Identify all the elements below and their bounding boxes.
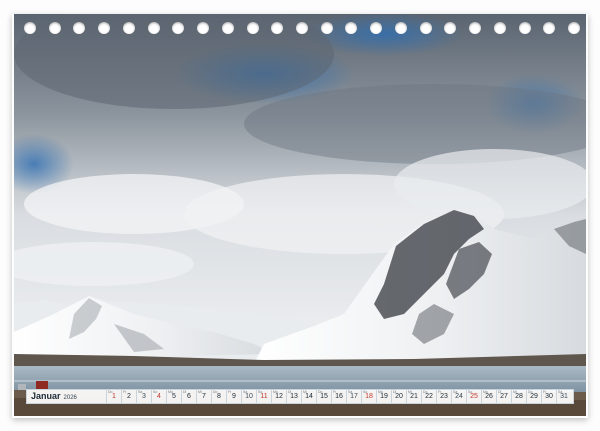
binding-hole	[246, 22, 259, 34]
day-cell: Di 13	[286, 390, 301, 403]
day-number: 9	[232, 393, 236, 400]
binding-hole	[24, 22, 36, 34]
day-number: 26	[485, 393, 493, 400]
day-cell: Do 22	[421, 390, 436, 403]
binding-hole	[122, 22, 135, 34]
day-number: 15	[320, 393, 328, 400]
day-cell: Mi 7	[196, 390, 211, 403]
day-cell: Do 15	[316, 390, 331, 403]
day-number: 13	[290, 393, 298, 400]
binding-hole	[518, 22, 531, 34]
day-cell: So 25	[466, 390, 481, 403]
binding-hole	[419, 22, 432, 34]
day-number: 6	[187, 393, 191, 400]
day-number: 5	[172, 393, 176, 400]
day-cell: So 4	[151, 390, 166, 403]
day-number: 10	[245, 393, 253, 400]
day-number: 29	[530, 393, 538, 400]
day-number: 3	[142, 393, 146, 400]
binding-hole	[147, 22, 160, 34]
day-cell: Di 27	[496, 390, 511, 403]
binding-hole	[73, 22, 86, 34]
day-number: 4	[157, 393, 161, 400]
day-number: 14	[305, 393, 313, 400]
day-cell: Sa 24	[451, 390, 466, 403]
day-cell: Sa 17	[346, 390, 361, 403]
day-row: Do 1 Fr 2 Sa 3 So 4 Mo 5 Di 6 Mi 7 Do 8 Fr 9 Sa 10 So 11 Mo 12 D…	[106, 390, 571, 403]
day-cell: Do 8	[211, 390, 226, 403]
binding-hole	[469, 22, 482, 34]
day-number: 22	[425, 393, 433, 400]
day-number: 28	[515, 393, 523, 400]
binding-hole	[271, 22, 284, 34]
day-cell: Fr 30	[541, 390, 556, 403]
day-cell: Sa 31	[556, 390, 571, 403]
day-cell: Sa 3	[136, 390, 151, 403]
day-number: 11	[260, 393, 268, 400]
binding-hole	[221, 22, 234, 34]
calendar-strip: Januar 2026 Do 1 Fr 2 Sa 3 So 4 Mo 5 Di 6 Mi 7 Do 8 Fr 9 Sa…	[26, 389, 574, 404]
binding-hole	[48, 22, 61, 34]
day-cell: Sa 10	[241, 390, 256, 403]
day-number: 18	[365, 393, 373, 400]
day-number: 25	[470, 393, 478, 400]
day-number: 23	[440, 393, 448, 400]
day-cell: Do 1	[106, 390, 121, 403]
day-cell: Di 6	[181, 390, 196, 403]
binding-hole	[345, 22, 358, 34]
day-cell: Mo 19	[376, 390, 391, 403]
month-name: Januar	[31, 391, 61, 401]
mountain-landscape-image	[14, 14, 586, 416]
landscape-photo	[14, 14, 586, 416]
day-cell: Fr 16	[331, 390, 346, 403]
day-cell: Do 29	[526, 390, 541, 403]
day-number: 30	[545, 393, 553, 400]
day-cell: So 11	[256, 390, 271, 403]
binding-hole	[370, 22, 383, 34]
day-cell: Fr 2	[121, 390, 136, 403]
day-number: 17	[350, 393, 358, 400]
binding-hole	[98, 22, 111, 34]
calendar-page: Januar 2026 Do 1 Fr 2 Sa 3 So 4 Mo 5 Di 6 Mi 7 Do 8 Fr 9 Sa…	[0, 0, 600, 431]
day-number: 27	[500, 393, 508, 400]
day-number: 2	[127, 393, 131, 400]
binding-hole	[568, 22, 580, 34]
binding-hole	[296, 22, 308, 34]
day-cell: Mi 14	[301, 390, 316, 403]
day-cell: Mi 28	[511, 390, 526, 403]
binding-hole	[197, 22, 210, 34]
day-cell: Mo 12	[271, 390, 286, 403]
binding-hole	[172, 22, 185, 34]
month-label: Januar 2026	[31, 391, 77, 401]
day-number: 19	[380, 393, 388, 400]
spiral-binding	[14, 22, 586, 40]
binding-hole	[394, 22, 407, 34]
binding-hole	[493, 22, 506, 34]
binding-hole	[444, 22, 457, 34]
day-number: 16	[335, 393, 343, 400]
day-number: 20	[395, 393, 403, 400]
day-number: 21	[410, 393, 418, 400]
day-cell: Mo 5	[166, 390, 181, 403]
day-number: 24	[455, 393, 463, 400]
day-cell: So 18	[361, 390, 376, 403]
day-cell: Fr 9	[226, 390, 241, 403]
day-cell: Fr 23	[436, 390, 451, 403]
day-cell: Mo 26	[481, 390, 496, 403]
binding-hole	[543, 22, 556, 34]
day-cell: Di 20	[391, 390, 406, 403]
day-number: 1	[112, 393, 116, 400]
day-number: 7	[202, 393, 206, 400]
binding-hole	[320, 22, 333, 34]
year-label: 2026	[63, 395, 77, 401]
day-cell: Mi 21	[406, 390, 421, 403]
day-number: 31	[560, 393, 568, 400]
day-number: 8	[217, 393, 221, 400]
day-number: 12	[275, 393, 283, 400]
